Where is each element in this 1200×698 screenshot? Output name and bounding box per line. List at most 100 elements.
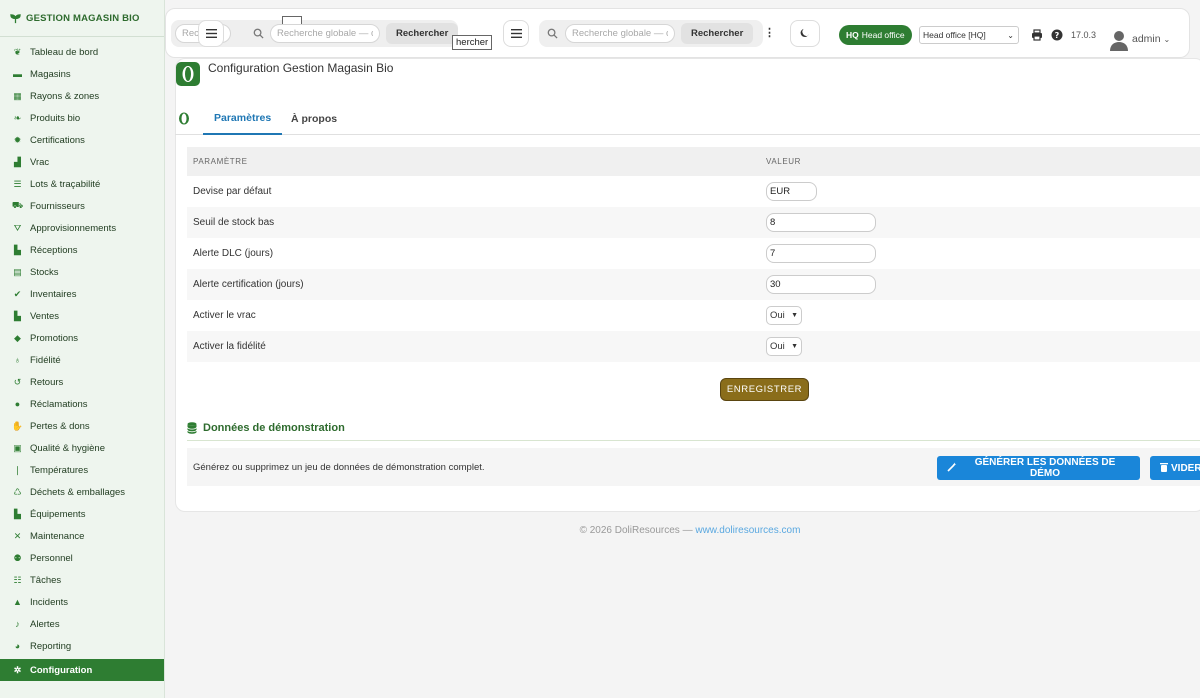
- avatar[interactable]: [1109, 29, 1129, 51]
- menu-icon: [205, 25, 217, 43]
- sidebar-item-promotions[interactable]: ◆ Promotions: [0, 327, 164, 349]
- param-input[interactable]: [766, 213, 876, 232]
- tags-icon: ◆: [14, 332, 21, 343]
- sidebar-item-tableau-de-bord[interactable]: ❦ Tableau de bord: [0, 41, 164, 63]
- search-input-1[interactable]: [270, 24, 380, 43]
- blender-icon: ▙: [14, 508, 21, 519]
- sidebar-item-lots-tracabilite[interactable]: ☰ Lots & traçabilité: [0, 173, 164, 195]
- warning-icon: ▲: [13, 597, 22, 607]
- sidebar-item-personnel[interactable]: ⚉ Personnel: [0, 547, 164, 569]
- sidebar-item-rayons-zones[interactable]: ▦ Rayons & zones: [0, 85, 164, 107]
- sidebar-item-retours[interactable]: ↺ Retours: [0, 371, 164, 393]
- sidebar-item-equipements[interactable]: ▙ Équipements: [0, 503, 164, 525]
- svg-text:?: ?: [1054, 31, 1059, 40]
- entity-badge: HQ Head office: [839, 25, 912, 45]
- truck-icon: ⛟: [11, 200, 24, 210]
- entity-select[interactable]: Head office [HQ] ⌄: [919, 26, 1019, 44]
- search-button-1[interactable]: Rechercher: [386, 23, 459, 44]
- generate-demo-label: GÉNÉRER LES DONNÉES DE DÉMO: [974, 457, 1116, 479]
- sidebar-item-ventes[interactable]: ▙ Ventes: [0, 305, 164, 327]
- sidebar-item-label: Vrac: [30, 156, 50, 168]
- sidebar-item-inventaires[interactable]: ✔ Inventaires: [0, 283, 164, 305]
- chevron-down-icon: ⌄: [1007, 30, 1014, 40]
- param-input[interactable]: [766, 182, 817, 201]
- param-select[interactable]: Oui ▼: [766, 337, 802, 356]
- param-input[interactable]: [766, 275, 876, 294]
- trash-icon: [1160, 462, 1168, 475]
- entity-select-value: Head office [HQ]: [923, 30, 986, 40]
- param-label: Alerte DLC (jours): [187, 238, 760, 269]
- sidebar-item-dechets-emballages[interactable]: ♺ Déchets & emballages: [0, 481, 164, 503]
- sidebar-item-label: Réclamations: [30, 398, 88, 410]
- sidebar-item-configuration[interactable]: ✲ Configuration: [0, 659, 164, 681]
- dark-mode-toggle[interactable]: [790, 20, 820, 47]
- table-row: Seuil de stock bas: [187, 207, 1200, 238]
- sidebar-item-label: Températures: [30, 464, 89, 476]
- clear-demo-label: VIDER: [1171, 462, 1200, 474]
- page-header: Configuration Gestion Magasin Bio: [176, 61, 393, 86]
- user-menu[interactable]: admin ⌄: [1132, 33, 1170, 45]
- users-icon: ⚉: [13, 552, 22, 563]
- sidebar-item-fidelite[interactable]: ♁ Fidélité: [0, 349, 164, 371]
- search-group-2: Rechercher: [539, 20, 763, 47]
- sidebar-item-temperatures[interactable]: ❘ Températures: [0, 459, 164, 481]
- sidebar-item-approvisionnements[interactable]: ⛛ Approvisionnements: [0, 217, 164, 239]
- sidebar-item-reclamations[interactable]: ● Réclamations: [0, 393, 164, 415]
- menu-toggle-button-2[interactable]: [503, 20, 529, 47]
- sidebar-nav: ❦ Tableau de bord ▬ Magasins ▦ Rayons & zones…: [0, 41, 164, 681]
- truck-loading-icon: ▙: [14, 244, 21, 255]
- list-icon: ☰: [13, 178, 22, 189]
- sidebar-item-stocks[interactable]: ▤ Stocks: [0, 261, 164, 283]
- sidebar-item-alertes[interactable]: ♪ Alertes: [0, 613, 164, 635]
- sidebar: GESTION MAGASIN BIO ❦ Tableau de bord ▬ Mag…: [0, 0, 165, 698]
- brand[interactable]: GESTION MAGASIN BIO: [0, 0, 164, 36]
- chevron-down-icon: ▼: [791, 343, 798, 350]
- sidebar-item-pertes-dons[interactable]: ✋ Pertes & dons: [0, 415, 164, 437]
- print-icon[interactable]: [1030, 28, 1043, 41]
- param-label: Activer le vrac: [187, 300, 760, 331]
- menu-icon: [510, 25, 522, 43]
- sidebar-item-fournisseurs[interactable]: ⛟ Fournisseurs: [0, 195, 164, 217]
- search-input-2[interactable]: [565, 24, 675, 43]
- sidebar-item-produits-bio[interactable]: ❧ Produits bio: [0, 107, 164, 129]
- sidebar-item-label: Équipements: [30, 508, 86, 520]
- grid-icon: ▦: [13, 90, 22, 101]
- param-input[interactable]: [766, 244, 876, 263]
- section-title-demo: Données de démonstration: [187, 422, 345, 434]
- sidebar-item-label: Inventaires: [30, 288, 77, 300]
- param-value-cell: [760, 176, 1200, 207]
- sidebar-item-taches[interactable]: ☷ Tâches: [0, 569, 164, 591]
- table-row: Activer la fidélité Oui ▼: [187, 331, 1200, 362]
- param-select[interactable]: Oui ▼: [766, 306, 802, 325]
- menu-toggle-button-1[interactable]: [198, 20, 224, 47]
- sidebar-item-magasins[interactable]: ▬ Magasins: [0, 63, 164, 85]
- leaf-icon: ❧: [13, 112, 22, 123]
- param-select-value: Oui: [770, 341, 785, 352]
- search-button-2[interactable]: Rechercher: [681, 23, 754, 44]
- tab-a-propos[interactable]: À propos: [280, 102, 348, 135]
- table-row: Alerte DLC (jours): [187, 238, 1200, 269]
- generate-demo-button[interactable]: GÉNÉRER LES DONNÉES DE DÉMO: [937, 456, 1140, 480]
- sidebar-item-vrac[interactable]: ▟ Vrac: [0, 151, 164, 173]
- tab-parametres[interactable]: Paramètres: [203, 102, 283, 135]
- sidebar-item-receptions[interactable]: ▙ Réceptions: [0, 239, 164, 261]
- param-value-cell: [760, 207, 1200, 238]
- param-label: Activer la fidélité: [187, 331, 760, 362]
- undo-icon: ↺: [13, 376, 22, 387]
- sidebar-item-qualite-hygiene[interactable]: ▣ Qualité & hygiène: [0, 437, 164, 459]
- params-table: PARAMÈTRE VALEUR Devise par défautSeuil …: [187, 147, 1200, 362]
- sidebar-item-reporting[interactable]: ◕ Reporting: [0, 635, 164, 657]
- sidebar-item-certifications[interactable]: ✹ Certifications: [0, 129, 164, 151]
- cash-register-icon: ▙: [14, 310, 21, 321]
- sidebar-item-incidents[interactable]: ▲ Incidents: [0, 591, 164, 613]
- footer-link[interactable]: www.doliresources.com: [695, 525, 800, 536]
- help-icon[interactable]: ?: [1050, 28, 1063, 41]
- thermometer-icon: ❘: [13, 464, 22, 475]
- param-value-cell: [760, 269, 1200, 300]
- sidebar-item-label: Tâches: [30, 574, 62, 586]
- save-button[interactable]: ENREGISTRER: [720, 378, 809, 401]
- clear-demo-button[interactable]: VIDER: [1150, 456, 1200, 480]
- sidebar-item-label: Tableau de bord: [30, 46, 99, 58]
- more-vertical-icon[interactable]: ⋮: [764, 26, 775, 39]
- comment-icon: ●: [14, 399, 21, 409]
